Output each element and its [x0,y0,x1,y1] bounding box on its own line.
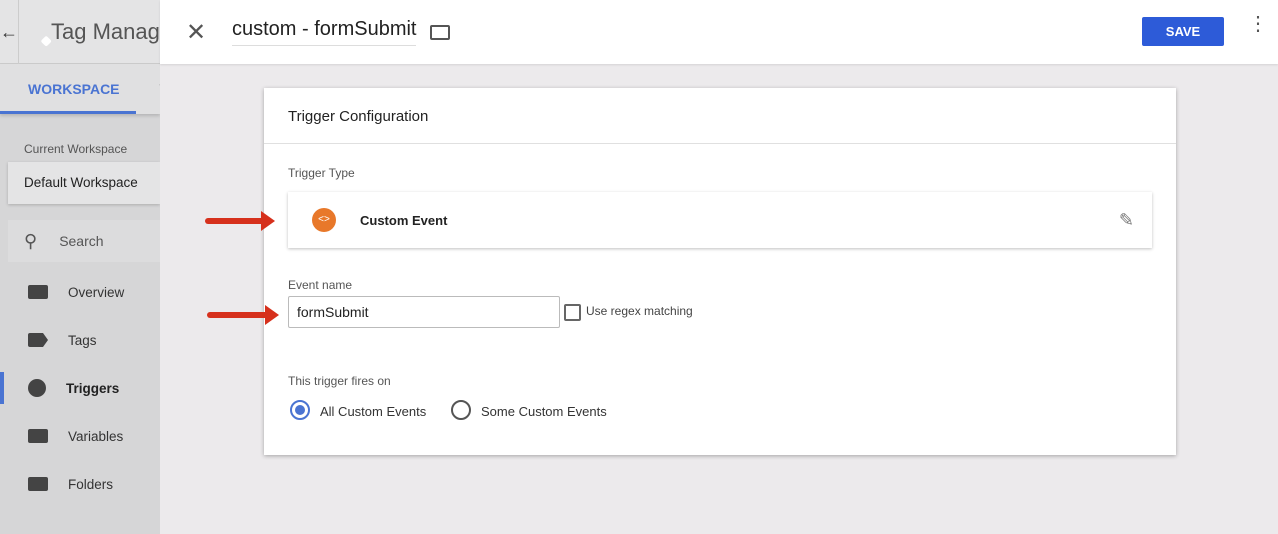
overview-icon [28,285,48,299]
sidebar-item-label: Folders [68,476,114,492]
sidebar-item-label: Triggers [66,380,120,396]
radio-some-custom-events[interactable] [451,400,471,420]
sidebar-item-label: Variables [68,428,124,444]
editor-header: ✕ custom - formSubmit SAVE ⋮ [160,0,1278,64]
sidebar-item-label: Tags [68,332,97,348]
workspace-selector[interactable]: Default Workspace [8,162,160,204]
sidebar-item-folders[interactable]: Folders [0,460,160,508]
trigger-name-input[interactable]: custom - formSubmit [232,18,417,46]
trigger-icon [28,379,46,397]
regex-checkbox[interactable] [564,304,581,321]
search-placeholder: Search [59,233,104,249]
save-button[interactable]: SAVE [1142,17,1224,46]
trigger-type-value: Custom Event [360,212,448,228]
sidebar: ← Tag Manager WORKSPACE VERSIONS Current… [0,0,160,534]
gtm-logo-icon [27,22,47,41]
annotation-arrow [205,211,275,231]
trigger-configuration-card: Trigger Configuration Trigger Type <> Cu… [264,88,1176,455]
search-input[interactable]: ⚲ Search [8,220,160,262]
sidebar-item-tags[interactable]: Tags [0,316,160,364]
sidebar-item-variables[interactable]: Variables [0,412,160,460]
current-workspace-label: Current Workspace [24,142,128,156]
radio-label: Some Custom Events [481,404,607,419]
tab-versions[interactable]: VERSIONS [136,81,161,97]
radio-label: All Custom Events [320,404,427,419]
more-vert-icon[interactable]: ⋮ [1248,14,1268,34]
trigger-type-selector[interactable]: <> Custom Event ✎ [288,192,1152,248]
edit-pencil-icon[interactable]: ✎ [1119,210,1134,231]
card-title: Trigger Configuration [264,88,1176,144]
sidebar-item-triggers[interactable]: Triggers [0,364,160,412]
regex-label: Use regex matching [586,304,693,318]
app-title: Tag Manager [51,18,160,44]
app-header: ← Tag Manager [0,0,160,64]
event-name-label: Event name [288,278,353,292]
close-icon[interactable]: ✕ [186,18,206,47]
search-icon: ⚲ [24,230,38,251]
tab-workspace[interactable]: WORKSPACE [0,64,136,114]
sidebar-item-label: Overview [68,284,125,300]
folder-icon [28,477,48,491]
sidebar-item-overview[interactable]: Overview [0,268,160,316]
custom-event-icon: <> [312,208,336,232]
variables-icon [28,429,48,443]
tag-icon [28,333,48,347]
back-arrow-icon[interactable]: ← [0,0,19,64]
trigger-type-label: Trigger Type [288,166,355,180]
radio-all-custom-events[interactable] [290,400,310,420]
annotation-arrow [207,305,279,325]
folder-icon[interactable] [430,24,451,40]
tabs: WORKSPACE VERSIONS [0,64,160,114]
event-name-input[interactable] [288,296,560,328]
fires-on-label: This trigger fires on [288,374,391,388]
